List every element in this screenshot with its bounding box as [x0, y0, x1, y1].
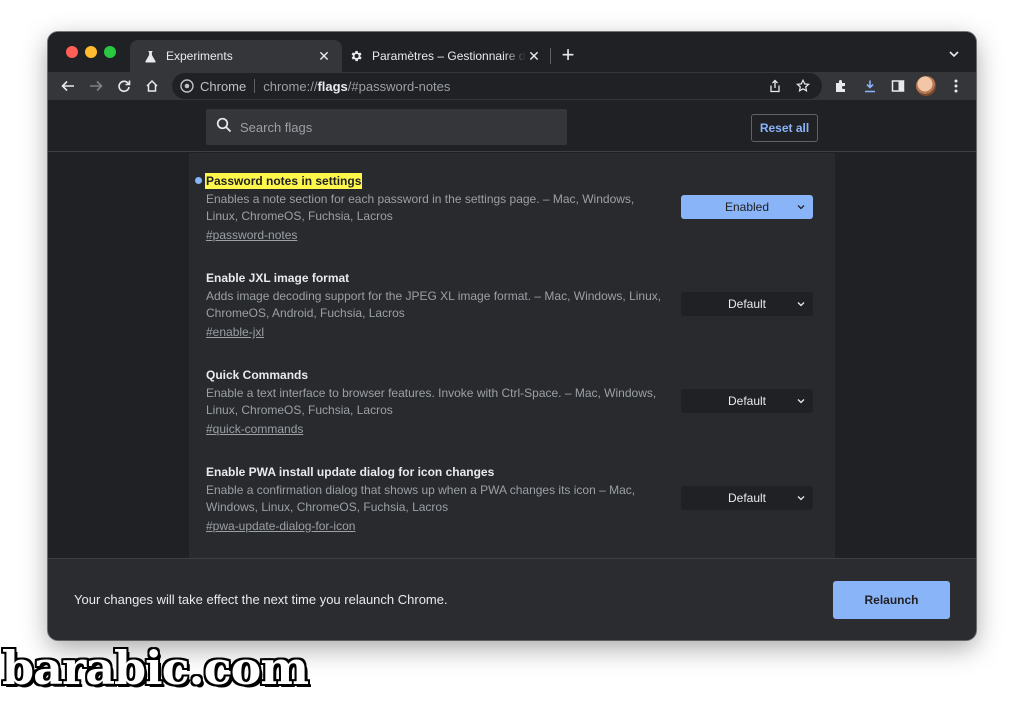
- toolbar: Chrome chrome://flags/#password-notes: [48, 72, 976, 100]
- flag-state-select[interactable]: Default: [681, 292, 813, 316]
- address-bar[interactable]: Chrome chrome://flags/#password-notes: [172, 73, 822, 99]
- flag-state-value: Default: [727, 297, 767, 311]
- relaunch-bar: Your changes will take effect the next t…: [48, 558, 976, 640]
- close-tab-icon[interactable]: ✕: [316, 48, 332, 64]
- flag-item-quick-commands: Quick Commands Enable a text interface t…: [189, 347, 835, 443]
- flag-state-value: Default: [727, 394, 767, 408]
- modified-indicator-dot: [195, 177, 202, 184]
- omnibox-divider: [254, 79, 256, 93]
- back-arrow-icon[interactable]: [56, 74, 80, 98]
- bookmark-star-icon[interactable]: [792, 75, 814, 97]
- reset-all-button[interactable]: Reset all: [751, 114, 818, 142]
- flag-anchor-link[interactable]: #password-notes: [206, 227, 297, 243]
- flag-anchor-link[interactable]: #pwa-update-dialog-for-icon: [206, 518, 355, 534]
- tab-settings[interactable]: Paramètres – Gestionnaire de mots de pas…: [342, 40, 550, 72]
- relaunch-button[interactable]: Relaunch: [833, 581, 950, 619]
- flag-state-select[interactable]: Default: [681, 486, 813, 510]
- flag-anchor-link[interactable]: #enable-jxl: [206, 324, 264, 340]
- flag-anchor-link[interactable]: #quick-commands: [206, 421, 303, 437]
- flag-item-pwa-update-dialog: Enable PWA install update dialog for ico…: [189, 444, 835, 540]
- home-icon[interactable]: [140, 74, 164, 98]
- flag-description: Adds image decoding support for the JPEG…: [206, 289, 662, 320]
- search-icon: [216, 117, 232, 138]
- watermark-logo: barabic.com: [2, 641, 309, 695]
- chevron-down-icon: [795, 298, 807, 310]
- chevron-down-icon: [795, 395, 807, 407]
- minimize-window-button[interactable]: [85, 46, 97, 58]
- tab-experiments[interactable]: Experiments ✕: [130, 40, 342, 72]
- share-icon[interactable]: [764, 75, 786, 97]
- close-tab-icon[interactable]: ✕: [526, 48, 542, 64]
- gear-icon: [348, 48, 364, 64]
- reload-icon[interactable]: [112, 74, 136, 98]
- forward-arrow-icon[interactable]: [84, 74, 108, 98]
- chevron-down-icon: [795, 492, 807, 504]
- flag-state-value: Default: [727, 491, 767, 505]
- tab-title: Paramètres – Gestionnaire de mots de pas…: [372, 49, 526, 63]
- chevron-down-icon[interactable]: [944, 44, 964, 64]
- flags-page: Reset all Password notes in settings Ena…: [48, 100, 976, 558]
- menu-kebab-icon[interactable]: [944, 74, 968, 98]
- flag-state-value: Enabled: [724, 200, 770, 214]
- flag-title: Quick Commands: [206, 368, 309, 382]
- flag-description: Enables a note section for each password…: [206, 192, 635, 223]
- relaunch-message: Your changes will take effect the next t…: [74, 592, 448, 607]
- chrome-logo-icon: [180, 79, 194, 93]
- side-panel-icon[interactable]: [886, 74, 910, 98]
- flag-title: Password notes in settings: [205, 173, 363, 189]
- tab-title: Experiments: [166, 49, 233, 63]
- chevron-down-icon: [795, 201, 807, 213]
- url-text: chrome://flags/#password-notes: [263, 78, 451, 94]
- flag-state-select[interactable]: Enabled: [681, 195, 813, 219]
- tab-separator: [550, 48, 551, 64]
- close-window-button[interactable]: [66, 46, 78, 58]
- flag-item-password-notes: Password notes in settings Enables a not…: [189, 153, 835, 249]
- flags-header: Reset all: [48, 100, 976, 152]
- flag-description: Enable a confirmation dialog that shows …: [206, 483, 636, 514]
- maximize-window-button[interactable]: [104, 46, 116, 58]
- extensions-puzzle-icon[interactable]: [829, 74, 853, 98]
- flag-state-select[interactable]: Default: [681, 389, 813, 413]
- download-icon[interactable]: [858, 74, 882, 98]
- profile-avatar[interactable]: [916, 76, 936, 96]
- browser-window: Experiments ✕ Paramètres – Gestionnaire …: [48, 32, 976, 640]
- flags-list: Password notes in settings Enables a not…: [189, 153, 835, 558]
- site-chip-label: Chrome: [200, 78, 247, 94]
- search-flags-input[interactable]: [240, 119, 540, 135]
- flag-title: Enable JXL image format: [206, 271, 350, 285]
- flag-item-enable-jxl: Enable JXL image format Adds image decod…: [189, 250, 835, 346]
- flag-title: Enable PWA install update dialog for ico…: [206, 465, 495, 479]
- flask-icon: [142, 48, 158, 64]
- new-tab-button[interactable]: +: [556, 42, 580, 67]
- tab-strip: Experiments ✕ Paramètres – Gestionnaire …: [48, 32, 976, 72]
- search-box[interactable]: [206, 109, 567, 145]
- flag-description: Enable a text interface to browser featu…: [206, 386, 657, 417]
